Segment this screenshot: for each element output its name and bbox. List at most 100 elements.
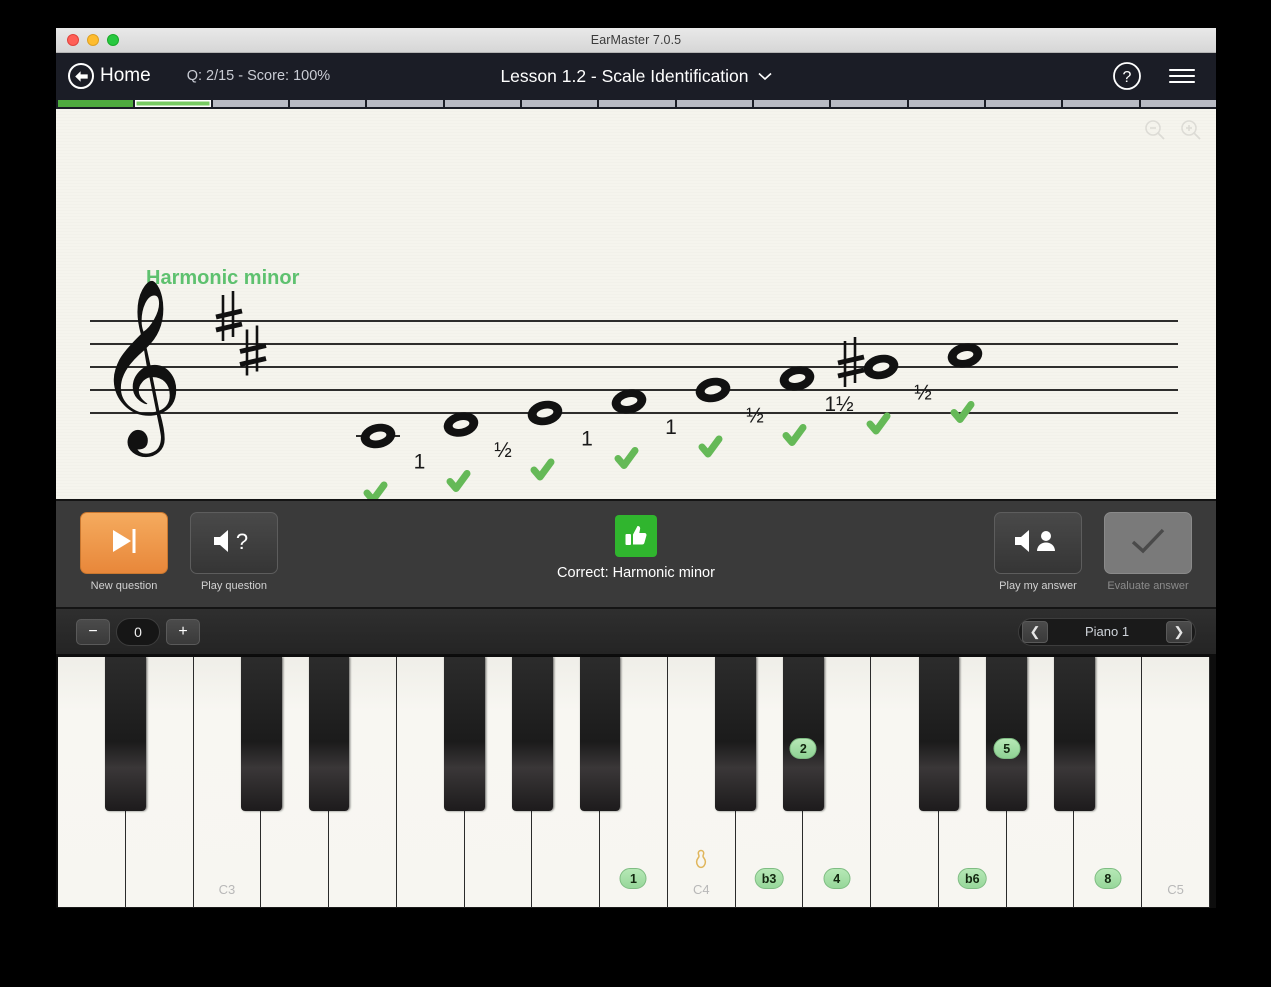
progress-segment-10 [753, 100, 830, 107]
note-check-1 [363, 481, 388, 499]
chevron-right-icon[interactable]: ❯ [1166, 620, 1192, 643]
root-bell-icon [693, 849, 709, 874]
play-question-label: Play question [200, 580, 268, 592]
instrument-selector: ❮ Piano 1 ❯ [1018, 617, 1196, 646]
question-progress-bar [56, 99, 1216, 109]
answer-toolbar: New question ? Play question Correct: Ha… [56, 499, 1216, 609]
piano-black-key-11[interactable] [1054, 657, 1095, 812]
octave-label-C4: C4 [692, 882, 710, 897]
progress-segment-8 [599, 100, 675, 107]
progress-segment-13 [985, 100, 1062, 107]
application-window: EarMaster 7.0.5 Home Q: 2/15 - Score: 10… [56, 28, 1216, 908]
keyboard-toolbar: − 0 + ❮ Piano 1 ❯ [56, 609, 1216, 654]
home-button[interactable]: Home [68, 63, 151, 89]
piano-black-key-7[interactable] [715, 657, 756, 812]
progress-segment-6 [444, 100, 520, 107]
transpose-decrease-button[interactable]: − [76, 618, 110, 645]
instrument-name: Piano 1 [1084, 624, 1130, 639]
notation-area: Harmonic minor 𝄞 1 ½ 1 1 ½ 1½ ½ [56, 109, 1216, 499]
piano-black-key-10[interactable]: 5 [986, 657, 1028, 812]
piano-white-key-17[interactable]: C5 [1142, 657, 1210, 908]
note-check-3 [530, 458, 555, 481]
interval-label-7: ½ [914, 381, 932, 404]
svg-text:?: ? [1123, 69, 1132, 86]
lesson-title[interactable]: Lesson 1.2 - Scale Identification [500, 66, 748, 87]
piano-black-key-1[interactable] [105, 657, 147, 812]
note-check-8 [950, 401, 975, 423]
transpose-value: 0 [116, 617, 160, 646]
octave-label-C5: C5 [1167, 882, 1184, 897]
app-header: Home Q: 2/15 - Score: 100% Lesson 1.2 - … [56, 53, 1216, 99]
progress-segment-2 [135, 100, 211, 107]
piano-black-key-8[interactable]: 2 [783, 657, 824, 812]
evaluate-answer-tool: Evaluate answer [1102, 512, 1194, 592]
back-arrow-icon [68, 63, 94, 89]
note-check-5 [698, 435, 723, 458]
interval-label-4: 1 [665, 416, 677, 439]
key-signature-sharp-2 [239, 325, 267, 376]
piano-black-key-4[interactable] [444, 657, 485, 812]
feedback-text: Correct: Harmonic minor [557, 565, 715, 581]
progress-segment-12 [908, 100, 984, 107]
checkmark-icon [1128, 525, 1168, 562]
play-my-answer-button[interactable] [994, 512, 1082, 574]
progress-segment-4 [289, 100, 366, 107]
transpose-stepper: − 0 + [76, 617, 200, 646]
progress-segment-1 [58, 100, 134, 107]
right-tools: Play my answer Evaluate answer [992, 512, 1194, 592]
key-signature-sharp-1 [215, 291, 243, 341]
note-check-2 [446, 470, 471, 492]
progress-segment-11 [831, 100, 907, 107]
piano-black-key-5[interactable] [512, 657, 553, 812]
evaluate-answer-label: Evaluate answer [1107, 580, 1189, 592]
note-5 [695, 377, 731, 403]
question-score-status: Q: 2/15 - Score: 100% [186, 68, 331, 84]
window-title: EarMaster 7.0.5 [590, 33, 682, 47]
speaker-person-icon [1012, 526, 1064, 561]
piano-black-key-6[interactable] [579, 657, 621, 812]
music-staff: 𝄞1 ½ 1 1 ½ 1½ ½ [90, 277, 1178, 499]
screen-root: EarMaster 7.0.5 Home Q: 2/15 - Score: 10… [0, 0, 1271, 987]
note-b3 [527, 400, 563, 426]
play-my-answer-tool: Play my answer [992, 512, 1084, 592]
piano-black-key-2[interactable] [240, 657, 282, 812]
progress-segment-5 [367, 100, 443, 107]
degree-badge-2: 2 [789, 738, 817, 760]
interval-label-2: ½ [494, 439, 512, 462]
note-1 [356, 423, 400, 449]
evaluate-answer-button[interactable] [1104, 512, 1192, 574]
piano-keys: C3 1 C4 b3 2 4 b6 5 8 C5 [58, 657, 1214, 908]
note-check-6 [782, 424, 807, 446]
note-check-4 [614, 447, 639, 469]
piano-keyboard: C3 1 C4 b3 2 4 b6 5 8 C5 [56, 654, 1216, 908]
home-label: Home [100, 65, 151, 86]
thumbs-up-icon [615, 515, 657, 557]
degree-badge-4: 4 [823, 868, 851, 889]
octave-label-C3: C3 [218, 882, 236, 897]
progress-segment-14 [1063, 100, 1139, 107]
progress-segment-9 [676, 100, 752, 107]
window-titlebar: EarMaster 7.0.5 [56, 28, 1216, 53]
degree-badge-5: 5 [993, 738, 1021, 760]
progress-segment-7 [521, 100, 598, 107]
interval-label-3: 1 [581, 427, 593, 450]
hamburger-menu-icon[interactable] [1168, 66, 1196, 86]
interval-label-1: 1 [414, 450, 426, 473]
note-check-7 [866, 412, 891, 435]
degree-badge-b6: b6 [958, 868, 987, 889]
transpose-increase-button[interactable]: + [166, 618, 200, 645]
chevron-left-icon[interactable]: ❮ [1022, 620, 1048, 643]
progress-segment-3 [212, 100, 288, 107]
degree-badge-8: 8 [1094, 868, 1122, 889]
interval-label-6: 1½ [824, 393, 853, 416]
header-actions: ? [1112, 61, 1196, 91]
chevron-down-icon[interactable] [757, 72, 772, 81]
degree-badge-1: 1 [619, 868, 647, 889]
treble-clef-icon: 𝄞 [96, 277, 183, 457]
progress-segment-15 [1140, 100, 1216, 107]
piano-black-key-9[interactable] [918, 657, 960, 812]
play-my-answer-label: Play my answer [999, 580, 1077, 592]
help-circle-icon[interactable]: ? [1112, 61, 1142, 91]
piano-black-key-3[interactable] [308, 657, 350, 812]
new-question-label: New question [90, 580, 158, 592]
